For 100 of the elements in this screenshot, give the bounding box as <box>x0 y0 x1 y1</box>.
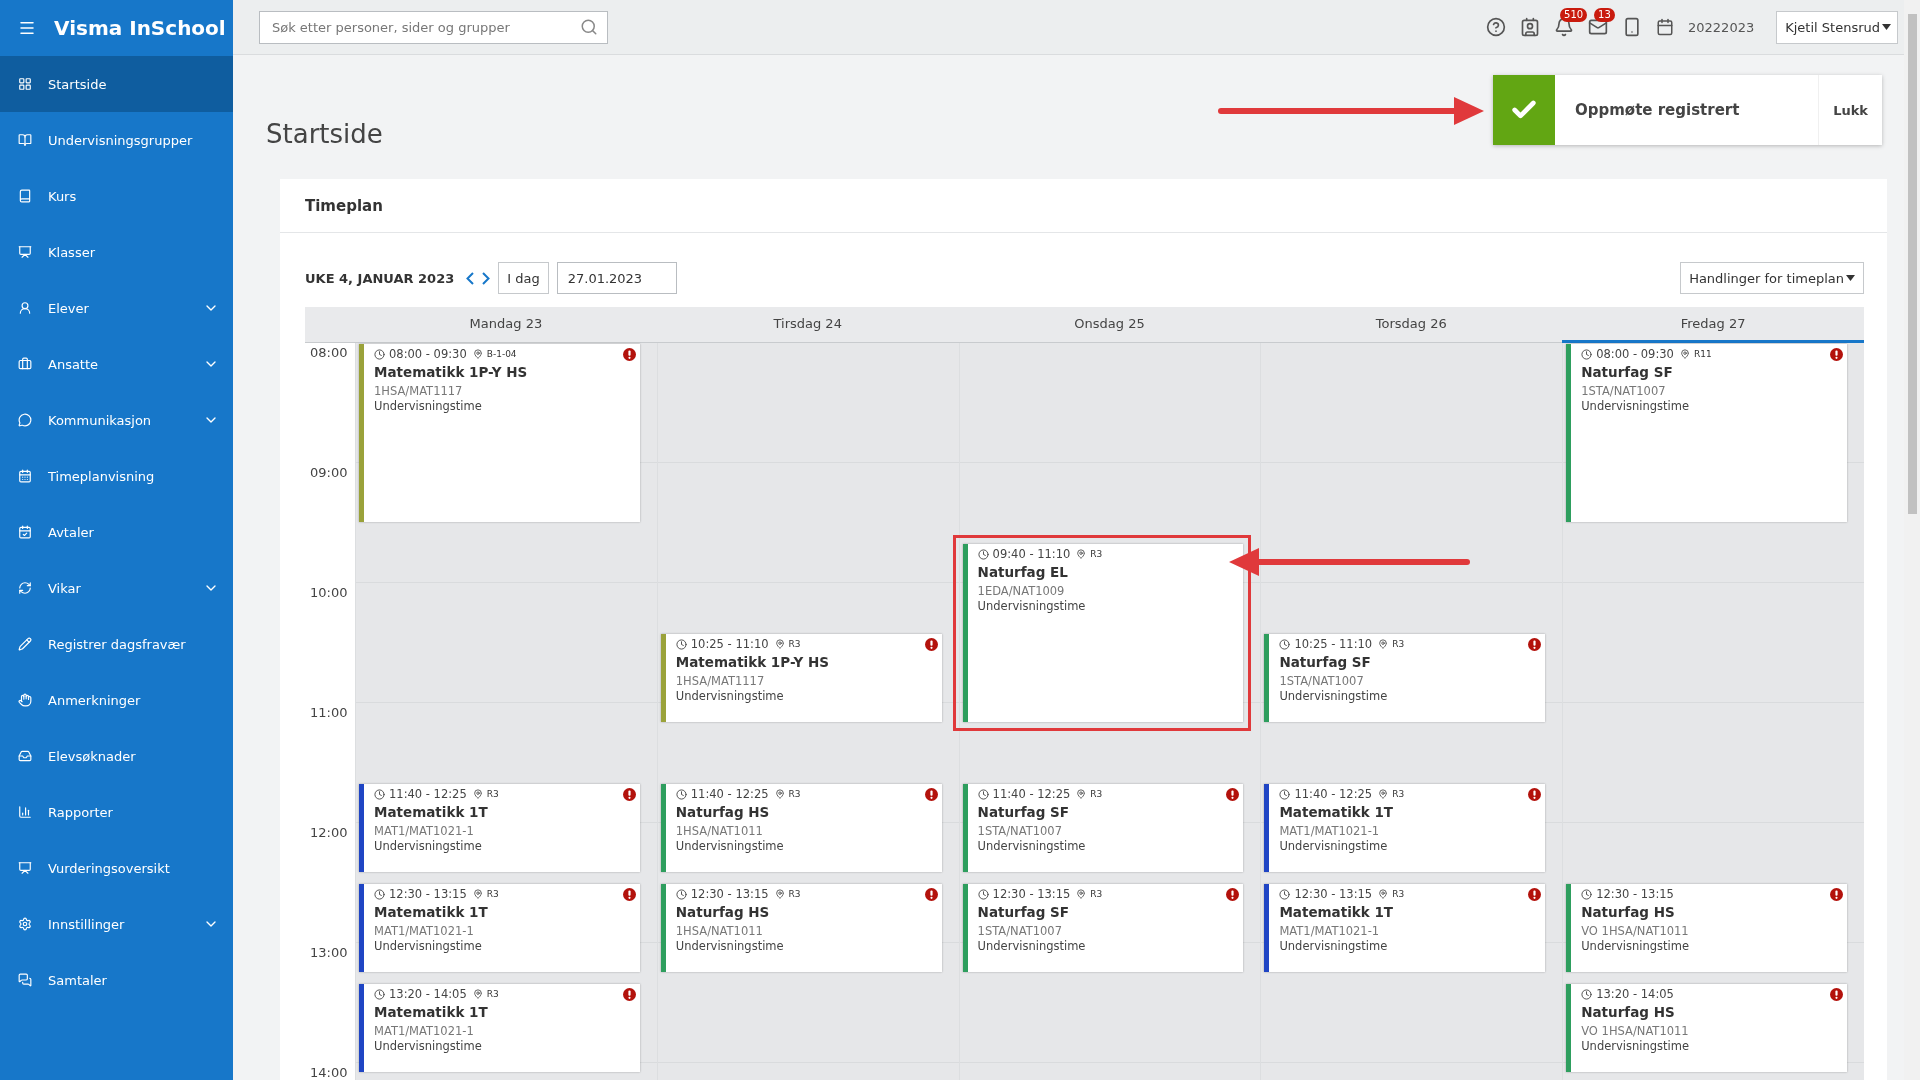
lesson-card[interactable]: 13:20 - 14:05 Naturfag HS VO 1HSA/NAT1011 Undervisningstime <box>1566 984 1847 1072</box>
lesson-room: R3 <box>788 789 801 799</box>
lesson-time: 12:30 - 13:15 <box>1596 887 1674 901</box>
day-header[interactable]: Onsdag 25 <box>958 307 1261 343</box>
lesson-room: R3 <box>486 989 499 999</box>
lesson-time: 10:25 - 11:10 <box>1294 637 1373 651</box>
location-pin-icon <box>472 349 483 359</box>
lesson-card[interactable]: 11:40 - 12:25 R3 Naturfag HS 1HSA/NAT1011 Undervisningstime <box>660 784 942 872</box>
search-icon[interactable] <box>580 17 598 36</box>
day-header[interactable]: Torsdag 26 <box>1260 307 1563 343</box>
sidebar-item[interactable]: Klasser <box>0 224 233 280</box>
lesson-time: 11:40 - 12:25 <box>690 787 769 801</box>
sidebar-item[interactable]: Undervisningsgrupper <box>0 112 233 168</box>
sidebar-item[interactable]: Vurderingsoversikt <box>0 840 233 896</box>
sidebar-item[interactable]: Ansatte <box>0 336 233 392</box>
sidebar-item[interactable]: Avtaler <box>0 504 233 560</box>
help-icon[interactable] <box>1486 17 1507 37</box>
clock-icon <box>1581 888 1593 900</box>
lesson-card[interactable]: 11:40 - 12:25 R3 Matematikk 1T MAT1/MAT1021-1 Undervisningstime <box>359 784 640 872</box>
lesson-type: Undervisningstime <box>1279 839 1389 853</box>
lesson-group: 1HSA/NAT1011 <box>675 924 934 938</box>
lesson-card[interactable]: 10:25 - 11:10 R3 Matematikk 1P-Y HS 1HSA/MAT1117 Undervisningstime <box>660 634 942 722</box>
hour-label: 10:00 <box>309 584 349 602</box>
date-field[interactable]: 27.01.2023 <box>556 262 677 294</box>
hour-label: 13:00 <box>309 944 349 962</box>
search-field[interactable]: Søk etter personer, sider og grupper <box>259 10 608 44</box>
lesson-card[interactable]: 08:00 - 09:30 B-1-04 Matematikk 1P-Y HS 1HSA/MAT1117 Undervisningstime <box>359 344 640 522</box>
sidebar-item[interactable]: Rapporter <box>0 784 233 840</box>
lesson-card[interactable]: 11:40 - 12:25 R3 Matematikk 1T MAT1/MAT1021-1 Undervisningstime <box>1264 784 1546 872</box>
sidebar-item[interactable]: Registrer dagsfravær <box>0 616 233 672</box>
lesson-type: Undervisningstime <box>374 399 483 413</box>
chevron-right-icon <box>482 271 491 285</box>
lesson-card[interactable]: 12:30 - 13:15 R3 Matematikk 1T MAT1/MAT1021-1 Undervisningstime <box>1264 884 1546 972</box>
lesson-room: R3 <box>1392 639 1405 649</box>
pencil-icon <box>18 637 32 651</box>
sidebar-item[interactable]: Kommunikasjon <box>0 392 233 448</box>
contact-card-icon[interactable] <box>1520 17 1541 37</box>
lesson-room: R3 <box>486 789 499 799</box>
clock-icon <box>1279 788 1291 800</box>
close-button[interactable]: Lukk <box>1818 75 1882 145</box>
lesson-card[interactable]: 12:30 - 13:15 Naturfag HS VO 1HSA/NAT1011 Undervisningstime <box>1566 884 1847 972</box>
lesson-time: 12:30 - 13:15 <box>690 887 769 901</box>
lesson-group: MAT1/MAT1021-1 <box>374 1024 632 1038</box>
card-title: Timeplan <box>305 196 383 215</box>
lesson-time: 12:30 - 13:15 <box>1294 887 1373 901</box>
clock-icon <box>1581 348 1593 360</box>
location-pin-icon <box>1679 349 1690 359</box>
menu-icon[interactable] <box>18 19 36 37</box>
user-menu-button[interactable]: Kjetil Stensrud <box>1776 10 1898 44</box>
calendar-icon[interactable] <box>1656 18 1675 36</box>
clock-icon <box>1279 888 1291 900</box>
lesson-type: Undervisningstime <box>1279 689 1389 703</box>
school-year[interactable]: 20222023 <box>1688 19 1755 35</box>
lesson-card[interactable]: 10:25 - 11:10 R3 Naturfag SF 1STA/NAT1007 Undervisningstime <box>1264 634 1546 722</box>
message-count: 13 <box>1594 8 1615 22</box>
lesson-type: Undervisningstime <box>977 939 1087 953</box>
lesson-title: Matematikk 1T <box>374 804 489 820</box>
mail-icon[interactable] <box>1588 17 1609 37</box>
settings-icon <box>18 917 32 931</box>
lesson-card[interactable]: 13:20 - 14:05 R3 Matematikk 1T MAT1/MAT1021-1 Undervisningstime <box>359 984 640 1072</box>
sidebar-item[interactable]: Samtaler <box>0 952 233 1008</box>
day-header[interactable]: Tirsdag 24 <box>656 307 959 343</box>
lesson-title: Naturfag HS <box>675 904 771 920</box>
hour-label: 12:00 <box>309 824 349 842</box>
clock-icon <box>977 548 989 560</box>
sidebar-item[interactable]: Elever <box>0 280 233 336</box>
lesson-room: R3 <box>1090 549 1103 559</box>
sidebar-item[interactable]: Vikar <box>0 560 233 616</box>
lesson-group: 1EDA/NAT1009 <box>977 584 1236 598</box>
lesson-type: Undervisningstime <box>1581 1039 1691 1053</box>
day-header[interactable]: Mandag 23 <box>355 307 657 343</box>
sidebar-item[interactable]: Kurs <box>0 168 233 224</box>
location-pin-icon <box>774 789 785 799</box>
lesson-time: 09:40 - 11:10 <box>992 547 1071 561</box>
location-pin-icon <box>1076 549 1087 559</box>
actions-dropdown[interactable]: Handlinger for timeplan <box>1680 262 1864 294</box>
lesson-card[interactable]: 09:40 - 11:10 R3 Naturfag EL 1EDA/NAT1009 Undervisningstime <box>962 544 1244 722</box>
lesson-room: R3 <box>1392 789 1405 799</box>
location-pin-icon <box>1378 889 1389 899</box>
sidebar-item[interactable]: Anmerkninger <box>0 672 233 728</box>
clock-icon <box>374 788 385 800</box>
lesson-card[interactable]: 12:30 - 13:15 R3 Matematikk 1T MAT1/MAT1021-1 Undervisningstime <box>359 884 640 972</box>
sidebar-item[interactable]: Innstillinger <box>0 896 233 952</box>
lesson-room: B-1-04 <box>486 349 517 359</box>
location-pin-icon <box>1378 639 1389 649</box>
lesson-card[interactable]: 08:00 - 09:30 R11 Naturfag SF 1STA/NAT1007 Undervisningstime <box>1566 344 1847 522</box>
sidebar-item[interactable]: Timeplanvisning <box>0 448 233 504</box>
bell-icon[interactable] <box>1554 17 1575 37</box>
lesson-group: 1HSA/MAT1117 <box>374 384 632 398</box>
lesson-card[interactable]: 12:30 - 13:15 R3 Naturfag HS 1HSA/NAT1011 Undervisningstime <box>660 884 942 972</box>
chat-bubbles-icon <box>18 973 32 987</box>
lesson-card[interactable]: 12:30 - 13:15 R3 Naturfag SF 1STA/NAT1007 Undervisningstime <box>962 884 1244 972</box>
sidebar-item[interactable]: Elevsøknader <box>0 728 233 784</box>
previous-week-button[interactable] <box>466 271 475 285</box>
lesson-card[interactable]: 11:40 - 12:25 R3 Naturfag SF 1STA/NAT1007 Undervisningstime <box>962 784 1244 872</box>
today-button[interactable]: I dag <box>498 262 549 294</box>
next-week-button[interactable] <box>482 271 491 285</box>
sidebar-item[interactable]: Startside <box>0 56 233 112</box>
location-pin-icon <box>1076 789 1087 799</box>
bar-chart-icon <box>18 805 32 819</box>
